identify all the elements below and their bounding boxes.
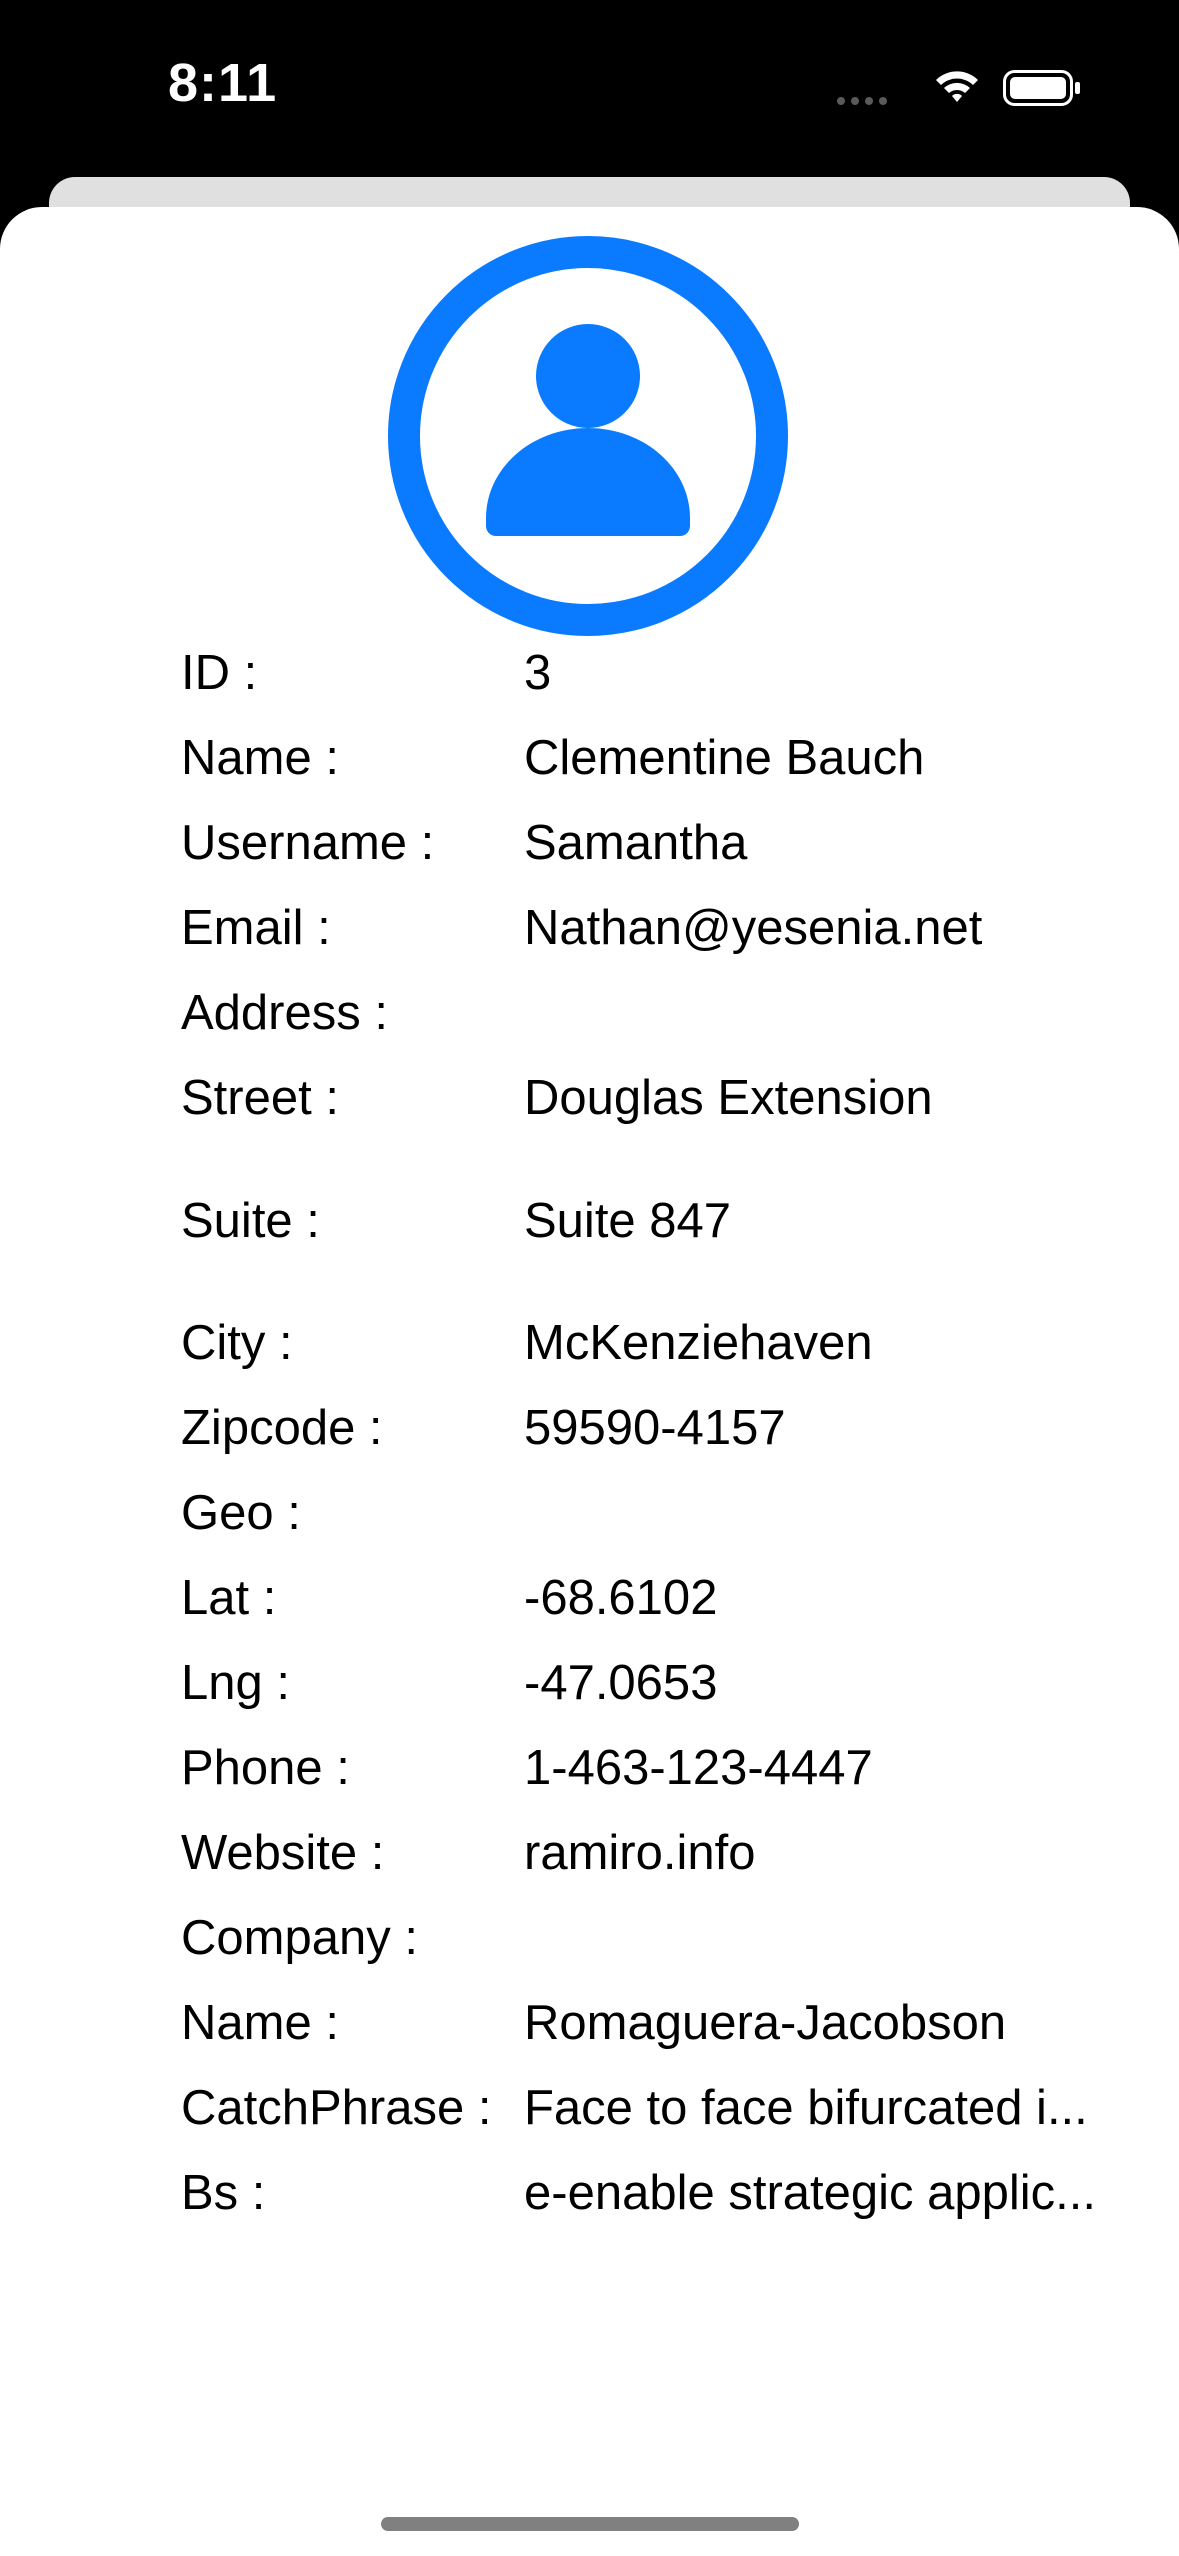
detail-row-website: Website : ramiro.info <box>181 1820 1131 1886</box>
detail-value: ramiro.info <box>524 1826 756 1880</box>
detail-value: -47.0653 <box>524 1656 718 1710</box>
detail-label: Suite : <box>181 1194 320 1248</box>
detail-row-bs: Bs : e-enable strategic applic... <box>181 2160 1131 2226</box>
signal-icon <box>837 97 887 105</box>
detail-value: Nathan@yesenia.net <box>524 901 983 955</box>
detail-label: Geo : <box>181 1486 301 1540</box>
detail-row-geo: Geo : <box>181 1480 1131 1546</box>
detail-value: Samantha <box>524 816 748 870</box>
detail-value: Face to face bifurcated i... <box>524 2081 1088 2135</box>
detail-row-email: Email : Nathan@yesenia.net <box>181 895 1131 961</box>
avatar-svg <box>388 236 788 636</box>
wifi-icon <box>936 71 978 102</box>
detail-row-catchphrase: CatchPhrase : Face to face bifurcated i.… <box>181 2075 1131 2141</box>
detail-row-id: ID : 3 <box>181 640 1131 706</box>
detail-row-company-name: Name : Romaguera-Jacobson <box>181 1990 1131 2056</box>
detail-value: 59590-4157 <box>524 1401 786 1455</box>
detail-value: 1-463-123-4447 <box>524 1741 873 1795</box>
detail-label: Phone : <box>181 1741 350 1795</box>
detail-label: Name : <box>181 731 339 785</box>
detail-label: Street : <box>181 1071 339 1125</box>
status-bar: 8:11 <box>0 0 1179 170</box>
detail-row-name: Name : Clementine Bauch <box>181 725 1131 791</box>
detail-row-zipcode: Zipcode : 59590-4157 <box>181 1395 1131 1461</box>
detail-row-lng: Lng : -47.0653 <box>181 1650 1131 1716</box>
detail-label: Name : <box>181 1996 339 2050</box>
detail-row-suite: Suite : Suite 847 <box>181 1188 1131 1254</box>
status-time: 8:11 <box>168 53 278 113</box>
home-indicator[interactable] <box>381 2517 799 2531</box>
detail-value: Clementine Bauch <box>524 731 925 785</box>
detail-label: Zipcode : <box>181 1401 383 1455</box>
detail-row-username: Username : Samantha <box>181 810 1131 876</box>
detail-label: City : <box>181 1316 293 1370</box>
detail-value: Suite 847 <box>524 1194 732 1248</box>
detail-row-lat: Lat : -68.6102 <box>181 1565 1131 1631</box>
detail-value: Romaguera-Jacobson <box>524 1996 1007 2050</box>
detail-row-street: Street : Douglas Extension <box>181 1065 1131 1131</box>
detail-value: e-enable strategic applic... <box>524 2166 1096 2220</box>
detail-value: Douglas Extension <box>524 1071 933 1125</box>
detail-label: Bs : <box>181 2166 266 2220</box>
detail-row-company: Company : <box>181 1905 1131 1971</box>
detail-row-address: Address : <box>181 980 1131 1046</box>
detail-label: CatchPhrase : <box>181 2081 492 2135</box>
detail-value: -68.6102 <box>524 1571 718 1625</box>
detail-label: Lng : <box>181 1656 290 1710</box>
detail-row-city: City : McKenziehaven <box>181 1310 1131 1376</box>
detail-label: Website : <box>181 1826 385 1880</box>
detail-label: Lat : <box>181 1571 277 1625</box>
battery-icon <box>1003 70 1080 106</box>
detail-value: 3 <box>524 646 552 700</box>
detail-row-phone: Phone : 1-463-123-4447 <box>181 1735 1131 1801</box>
detail-label: Company : <box>181 1911 418 1965</box>
person-circle-icon <box>388 236 788 636</box>
detail-label: Address : <box>181 986 388 1040</box>
status-icons-svg <box>837 70 1080 106</box>
detail-label: Email : <box>181 901 331 955</box>
detail-value: McKenziehaven <box>524 1316 873 1370</box>
status-icons <box>833 62 1083 112</box>
detail-label: Username : <box>181 816 435 870</box>
detail-label: ID : <box>181 646 258 700</box>
